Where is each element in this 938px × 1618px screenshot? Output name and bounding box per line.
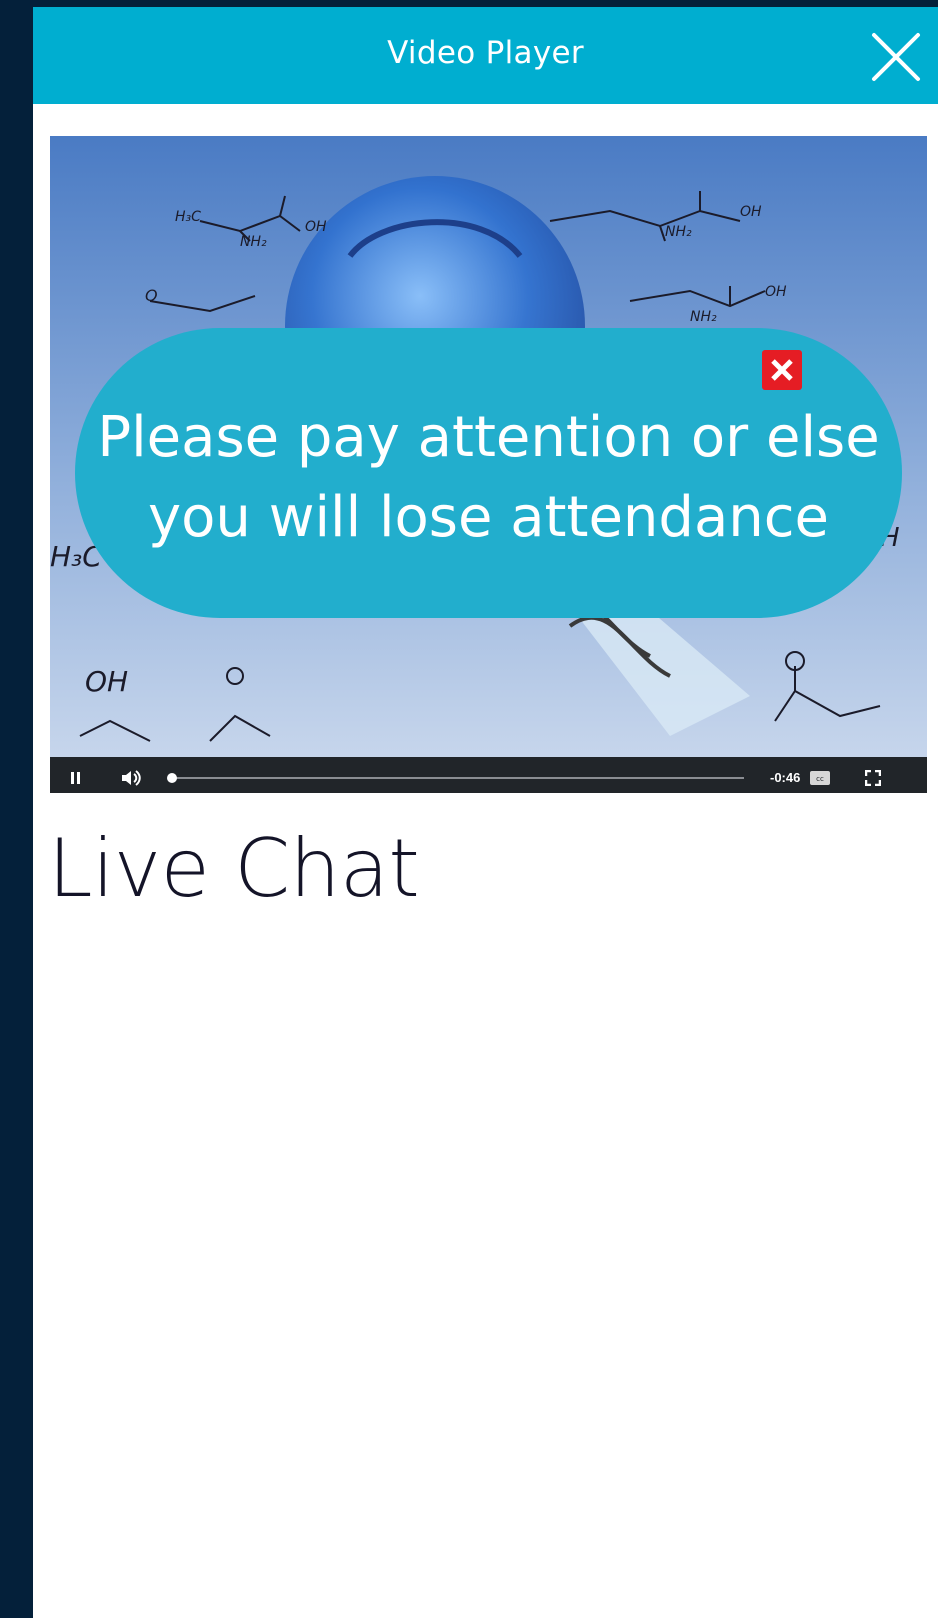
time-remaining: -0:46 [770, 770, 801, 785]
svg-text:OH: OH [740, 204, 762, 220]
window-title: Video Player [387, 35, 584, 71]
title-bar: Video Player [33, 7, 938, 104]
popup-message-line-2: you will lose attendance [148, 485, 829, 550]
seek-bar[interactable] [162, 757, 750, 793]
attention-popup: Please pay attention or else you will lo… [75, 328, 902, 618]
popup-message: Please pay attention or else you will lo… [75, 398, 902, 558]
live-chat-heading: Live Chat [48, 822, 420, 915]
video-controls-bar: -0:46 cc [50, 757, 927, 793]
svg-text:NH₂: NH₂ [665, 224, 692, 240]
volume-button[interactable] [116, 757, 146, 793]
captions-icon: cc [810, 771, 830, 785]
close-icon [771, 359, 793, 381]
fullscreen-icon [865, 770, 881, 786]
captions-button[interactable]: cc [807, 757, 833, 793]
svg-text:O: O [145, 286, 158, 305]
svg-text:NH₂: NH₂ [690, 309, 717, 325]
svg-text:cc: cc [816, 775, 824, 783]
popup-close-button[interactable] [762, 350, 802, 390]
seek-track [167, 773, 744, 783]
close-icon [872, 33, 920, 81]
svg-text:H₃C: H₃C [175, 209, 201, 225]
seek-handle[interactable] [167, 773, 177, 783]
svg-text:NH₂: NH₂ [240, 234, 267, 250]
video-frame[interactable]: H₃C NH₂ OH NH₂ OH NH₂ OH O H₃C OH H -0:4… [50, 136, 927, 793]
svg-text:OH: OH [305, 219, 327, 235]
popup-message-line-1: Please pay attention or else [97, 405, 880, 470]
svg-text:OH: OH [85, 665, 128, 698]
volume-icon [122, 770, 141, 786]
close-window-button[interactable] [868, 29, 924, 85]
video-player-window: Video Player H₃C NH₂ OH NH₂ OH NH₂ OH O … [33, 7, 938, 1618]
pause-button[interactable] [64, 757, 88, 793]
pause-icon [71, 772, 80, 784]
fullscreen-button[interactable] [860, 757, 886, 793]
svg-text:OH: OH [765, 284, 787, 300]
